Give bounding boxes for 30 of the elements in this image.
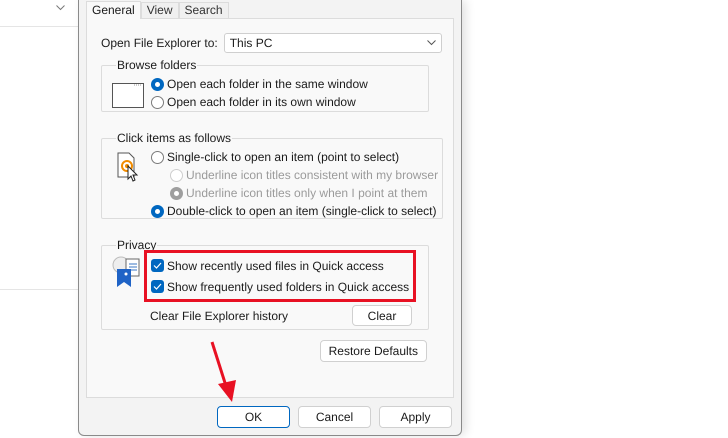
chevron-icon [426, 40, 436, 46]
checkbox[interactable] [151, 259, 164, 272]
dialog-button[interactable]: OK [217, 406, 290, 428]
clear-button[interactable]: Clear [352, 305, 412, 326]
option-label[interactable]: Open each folder in its own window [167, 93, 356, 111]
dialog-button[interactable]: Apply [379, 406, 452, 428]
tab[interactable]: View [140, 2, 178, 18]
window-icon [112, 83, 144, 108]
group-title: Browse folders [116, 57, 198, 74]
tab[interactable]: Search [178, 2, 229, 18]
option-label[interactable]: Single-click to open an item (point to select) [167, 148, 400, 166]
restore-defaults-button[interactable]: Restore Defaults [320, 340, 427, 362]
checkbox[interactable] [151, 280, 164, 293]
field-label: Clear File Explorer history [150, 308, 288, 324]
dialog-button[interactable]: Cancel [298, 406, 371, 428]
option-label[interactable]: Show recently used files in Quick access [167, 256, 384, 274]
radio-button[interactable] [151, 78, 164, 90]
chevron-icon[interactable] [56, 5, 65, 11]
option-label[interactable]: Open each folder in the same window [167, 75, 368, 93]
tab[interactable]: General [86, 1, 141, 19]
group-title: Privacy [116, 237, 158, 254]
radio-button[interactable] [151, 96, 164, 108]
group-title: Click items as follows [116, 130, 232, 147]
option-label[interactable]: Double-click to open an item (single-click to select) [167, 202, 436, 220]
option-label[interactable]: Show frequently used folders in Quick access [167, 278, 410, 296]
cursor-on-document-icon [117, 152, 139, 182]
radio-button[interactable] [151, 204, 164, 218]
dropdown[interactable]: This PC [224, 33, 442, 53]
radio-button[interactable] [151, 150, 164, 164]
field-label: Open File Explorer to: [101, 35, 218, 52]
